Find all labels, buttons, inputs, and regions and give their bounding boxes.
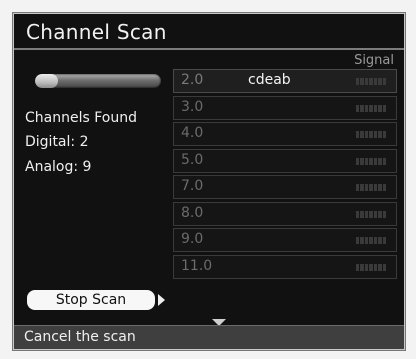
signal-meter-icon — [356, 131, 386, 138]
signal-meter-icon — [356, 157, 386, 165]
signal-meter-icon — [356, 210, 386, 218]
button-arrow-icon — [158, 294, 165, 306]
scan-progress-fill — [35, 74, 58, 88]
channel-number: 4.0 — [181, 125, 204, 141]
channel-row[interactable]: 7.0 — [173, 175, 397, 199]
channel-row[interactable]: 5.0 — [173, 148, 397, 173]
channel-number: 11.0 — [181, 257, 213, 274]
signal-meter-icon — [356, 104, 386, 112]
digital-count-label: Digital: 2 — [25, 134, 89, 150]
channel-number: 5.0 — [181, 151, 204, 168]
channel-number: 8.0 — [181, 204, 204, 221]
channel-row[interactable]: 11.0 — [173, 254, 397, 279]
signal-meter-icon — [356, 78, 386, 85]
status-text: Cancel the scan — [24, 329, 136, 345]
stop-scan-button[interactable]: Stop Scan — [27, 290, 155, 310]
signal-meter-icon — [356, 184, 386, 191]
channels-found-label: Channels Found — [25, 110, 137, 126]
channel-row[interactable]: 4.0 — [173, 122, 397, 146]
channel-list[interactable]: 2.0 cdeab 3.0 4.0 5.0 7.0 8.0 9.0 11.0 — [173, 69, 397, 281]
dialog-title: Channel Scan — [26, 20, 167, 44]
title-divider — [14, 48, 404, 50]
channel-number: 7.0 — [181, 178, 204, 194]
analog-count-label: Analog: 9 — [25, 159, 92, 175]
channel-name: cdeab — [248, 72, 291, 88]
status-bar: Cancel the scan — [14, 325, 404, 349]
signal-meter-icon — [356, 263, 386, 271]
channel-row[interactable]: 2.0 cdeab — [173, 69, 397, 93]
channel-row[interactable]: 3.0 — [173, 95, 397, 120]
signal-column-header: Signal — [354, 53, 394, 68]
channel-number: 3.0 — [181, 98, 204, 115]
signal-meter-icon — [356, 237, 386, 244]
channel-scan-dialog: Channel Scan Signal Channels Found Digit… — [13, 13, 405, 350]
channel-row[interactable]: 8.0 — [173, 201, 397, 226]
channel-number: 9.0 — [181, 231, 204, 247]
channel-number: 2.0 — [181, 72, 204, 88]
scan-progress-bar — [35, 74, 161, 88]
channel-row[interactable]: 9.0 — [173, 228, 397, 252]
